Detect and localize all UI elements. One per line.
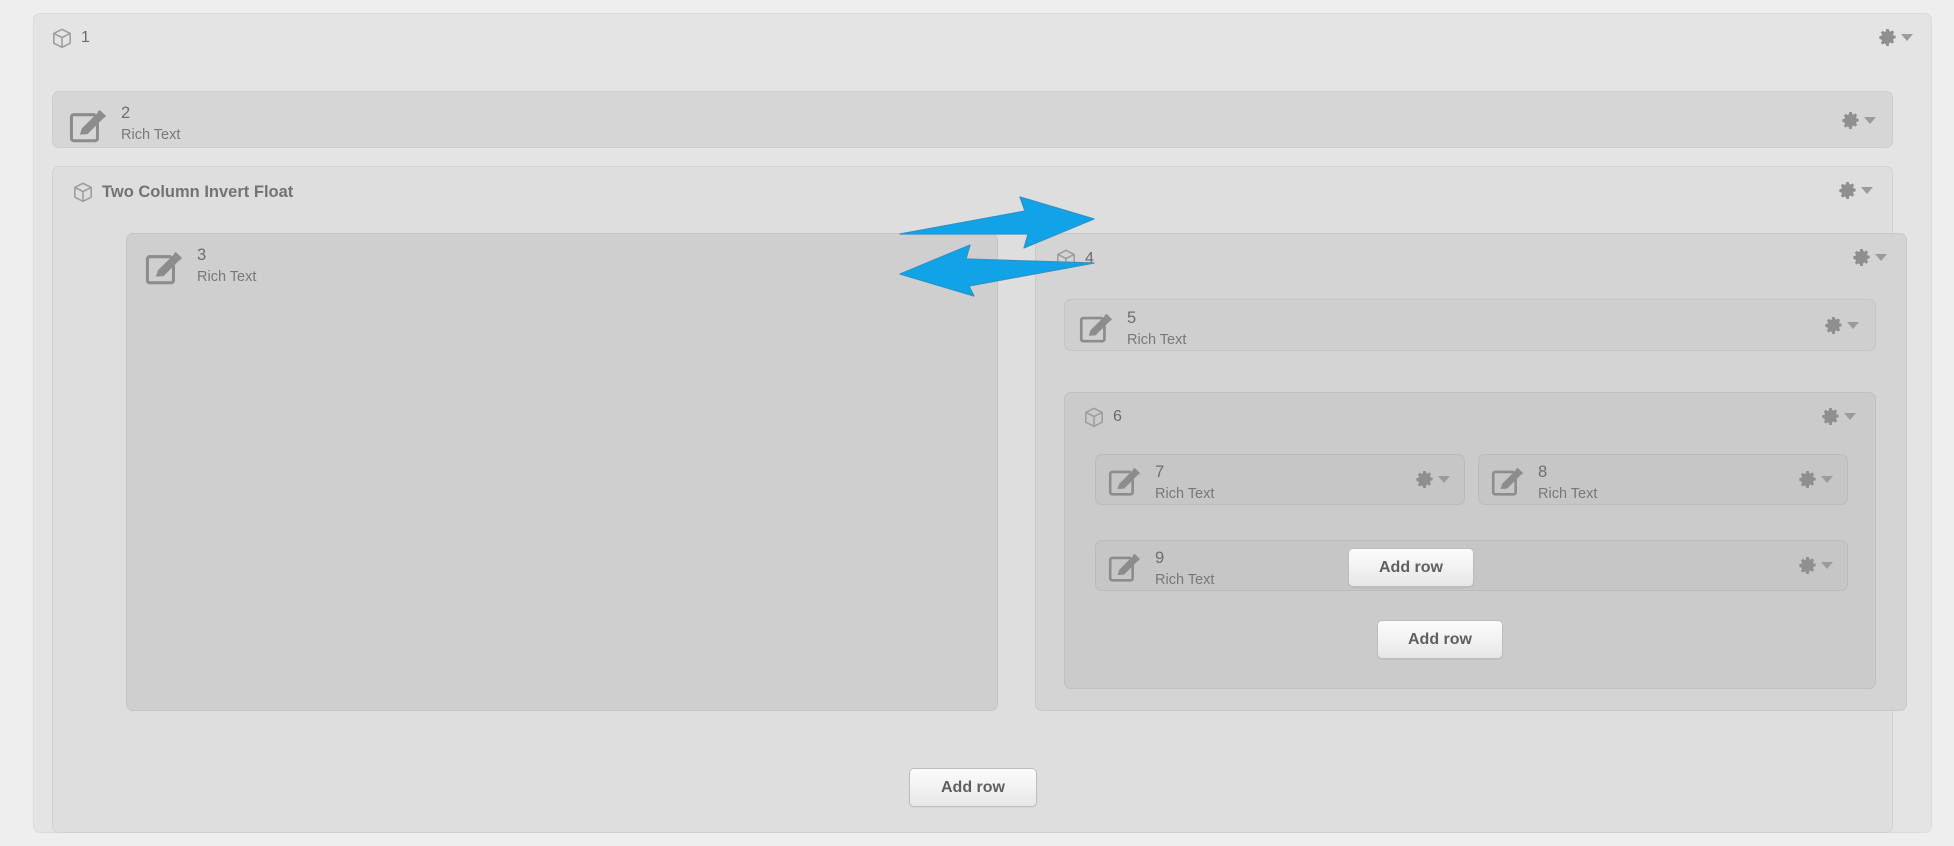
gear-icon [946,254,963,273]
block-7-label: 7 [1155,463,1165,481]
chevron-down-icon [1875,254,1887,261]
chevron-down-icon [1864,117,1876,124]
block-6-settings-menu[interactable] [1821,407,1856,426]
block-5-rich-text[interactable]: 5 Rich Text [1064,299,1876,351]
add-row-button-block6[interactable]: Add row [1377,620,1503,659]
chevron-down-icon [968,260,980,267]
block-9-settings-menu[interactable] [1798,556,1833,575]
page-root: 1 2 Rich Text Two Column Invert Float 3 … [0,0,1954,846]
block-3-text: 3 Rich Text [197,245,256,287]
block-container-4[interactable]: 4 5 Rich Text 6 7 Rich Text 8 Rich Text … [1035,233,1907,711]
two-column-label: Two Column Invert Float [102,182,294,201]
block-2-content: 2 Rich Text [69,103,180,145]
edit-pencil-icon [1079,313,1112,343]
gear-icon [1839,181,1856,200]
edit-pencil-icon [1491,467,1523,496]
two-column-header: Two Column Invert Float [73,180,293,204]
block-1-label: 1 [81,29,90,46]
block-5-label: 5 [1127,309,1137,327]
gear-icon [1822,407,1839,426]
cube-icon [74,182,92,202]
block-1-header: 1 [52,26,90,50]
block-6-header: 6 [1084,405,1122,429]
block-container-1[interactable]: 1 2 Rich Text Two Column Invert Float 3 … [33,13,1932,833]
block-4-header: 4 [1056,247,1094,271]
block-8-text: 8 Rich Text [1538,462,1597,504]
block-container-6[interactable]: 6 7 Rich Text 8 Rich Text 9 Rich Text Ad… [1064,392,1876,689]
chevron-down-icon [1844,413,1856,420]
block-2-text: 2 Rich Text [121,103,180,145]
block-7-settings-menu[interactable] [1415,470,1450,489]
add-row-button-block4[interactable]: Add row [1348,548,1474,587]
block-7-content: 7 Rich Text [1108,462,1214,504]
block-9-label: 9 [1155,549,1165,567]
block-7-rich-text[interactable]: 7 Rich Text [1095,454,1465,505]
gear-icon [1842,111,1859,130]
block-5-content: 5 Rich Text [1079,308,1186,350]
chevron-down-icon [1821,476,1833,483]
block-2-label: 2 [121,104,131,122]
block-8-content: 8 Rich Text [1491,462,1597,504]
edit-pencil-icon [69,109,106,143]
block-3-rich-text[interactable]: 3 Rich Text [126,233,998,711]
block-5-settings-menu[interactable] [1824,316,1859,335]
block-3-label: 3 [197,246,207,264]
block-9-text: 9 Rich Text [1155,548,1214,590]
gear-icon [1799,470,1816,489]
block-8-rich-text[interactable]: 8 Rich Text [1478,454,1848,505]
gear-icon [1799,556,1816,575]
block-3-settings-menu[interactable] [945,254,980,273]
chevron-down-icon [1438,476,1450,483]
two-column-invert-float-container[interactable]: Two Column Invert Float 3 Rich Text 4 5 … [52,166,1907,833]
block-3-content: 3 Rich Text [145,245,256,287]
block-5-text: 5 Rich Text [1127,308,1186,350]
edit-pencil-icon [1108,553,1140,582]
chevron-down-icon [1847,322,1859,329]
chevron-down-icon [1821,562,1833,569]
block-5-type: Rich Text [1127,332,1187,348]
block-9-type: Rich Text [1155,572,1215,588]
block-4-label: 4 [1085,250,1094,267]
add-row-button-two-column[interactable]: Add row [909,768,1037,807]
block-6-label: 6 [1113,408,1122,425]
chevron-down-icon [1901,34,1913,41]
cube-icon [1057,249,1075,269]
block-2-rich-text[interactable]: 2 Rich Text [52,91,1893,148]
cube-icon [1085,407,1103,427]
block-7-type: Rich Text [1155,486,1215,502]
block-8-label: 8 [1538,463,1548,481]
edit-pencil-icon [145,251,182,285]
gear-icon [1879,28,1896,47]
block-8-type: Rich Text [1538,486,1598,502]
gear-icon [1825,316,1842,335]
block-1-settings-menu[interactable] [1878,28,1913,47]
gear-icon [1416,470,1433,489]
edit-pencil-icon [1108,467,1140,496]
block-4-settings-menu[interactable] [1852,248,1887,267]
block-2-settings-menu[interactable] [1841,111,1876,130]
two-column-settings-menu[interactable] [1838,181,1873,200]
block-2-type: Rich Text [121,127,181,143]
gear-icon [1853,248,1870,267]
cube-icon [53,28,71,48]
block-8-settings-menu[interactable] [1798,470,1833,489]
block-9-content: 9 Rich Text [1108,548,1214,590]
block-7-text: 7 Rich Text [1155,462,1214,504]
chevron-down-icon [1861,187,1873,194]
block-3-type: Rich Text [197,269,257,285]
